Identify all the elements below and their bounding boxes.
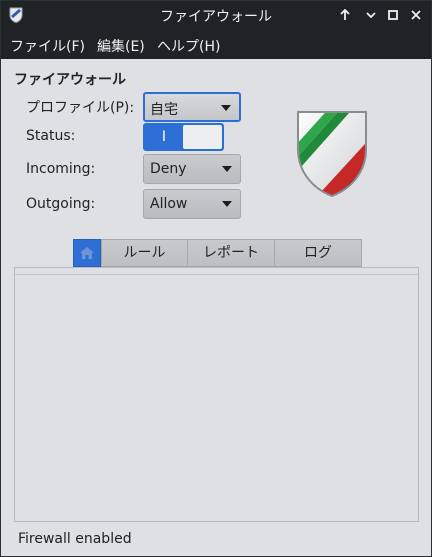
outgoing-select[interactable]: Allow (143, 189, 241, 219)
minimize-button[interactable] (361, 5, 381, 25)
incoming-select[interactable]: Deny (143, 154, 241, 184)
dropdown-arrow-icon (222, 166, 232, 172)
tab-rules[interactable]: ルール (101, 239, 188, 267)
firewall-shield-icon (297, 111, 367, 198)
status-label: Status: (26, 128, 76, 144)
profile-label: プロファイル(P): (26, 100, 135, 116)
toggle-knob (183, 125, 222, 149)
dropdown-arrow-icon (222, 201, 232, 207)
tab-report[interactable]: レポート (187, 239, 275, 267)
menu-edit[interactable]: 編集(E) (97, 36, 145, 56)
tab-content-panel (14, 267, 419, 522)
menu-file[interactable]: ファイル(F) (10, 36, 85, 56)
chevron-down-icon (366, 12, 376, 19)
status-toggle[interactable]: I (143, 123, 224, 151)
maximize-icon (388, 10, 398, 20)
status-bar-text: Firewall enabled (18, 531, 132, 547)
incoming-value: Deny (150, 161, 187, 177)
title-bar[interactable]: ファイアウォール (1, 1, 431, 29)
maximize-button[interactable] (383, 5, 403, 25)
arrow-up-icon (340, 9, 350, 20)
tab-log[interactable]: ログ (274, 239, 362, 267)
tab-bar: ルール レポート ログ (73, 239, 362, 267)
profile-value: 自宅 (150, 102, 178, 118)
panel-inner (15, 274, 418, 521)
close-icon (411, 10, 421, 20)
section-title: ファイアウォール (14, 72, 126, 88)
close-button[interactable] (406, 5, 426, 25)
toggle-on-indicator: I (145, 125, 183, 149)
keep-above-button[interactable] (335, 5, 355, 25)
outgoing-value: Allow (150, 196, 188, 212)
incoming-label: Incoming: (26, 161, 96, 177)
home-icon (80, 247, 94, 259)
menu-bar: ファイル(F) 編集(E) ヘルプ(H) (1, 29, 431, 59)
outgoing-label: Outgoing: (26, 196, 96, 212)
dropdown-arrow-icon (221, 105, 231, 111)
tab-home[interactable] (73, 239, 101, 267)
menu-help[interactable]: ヘルプ(H) (157, 36, 220, 56)
profile-select[interactable]: 自宅 (143, 92, 241, 122)
app-window: ファイアウォール ファイル(F) 編集(E) ヘルプ(H) ファイアウォール プ… (0, 0, 432, 557)
